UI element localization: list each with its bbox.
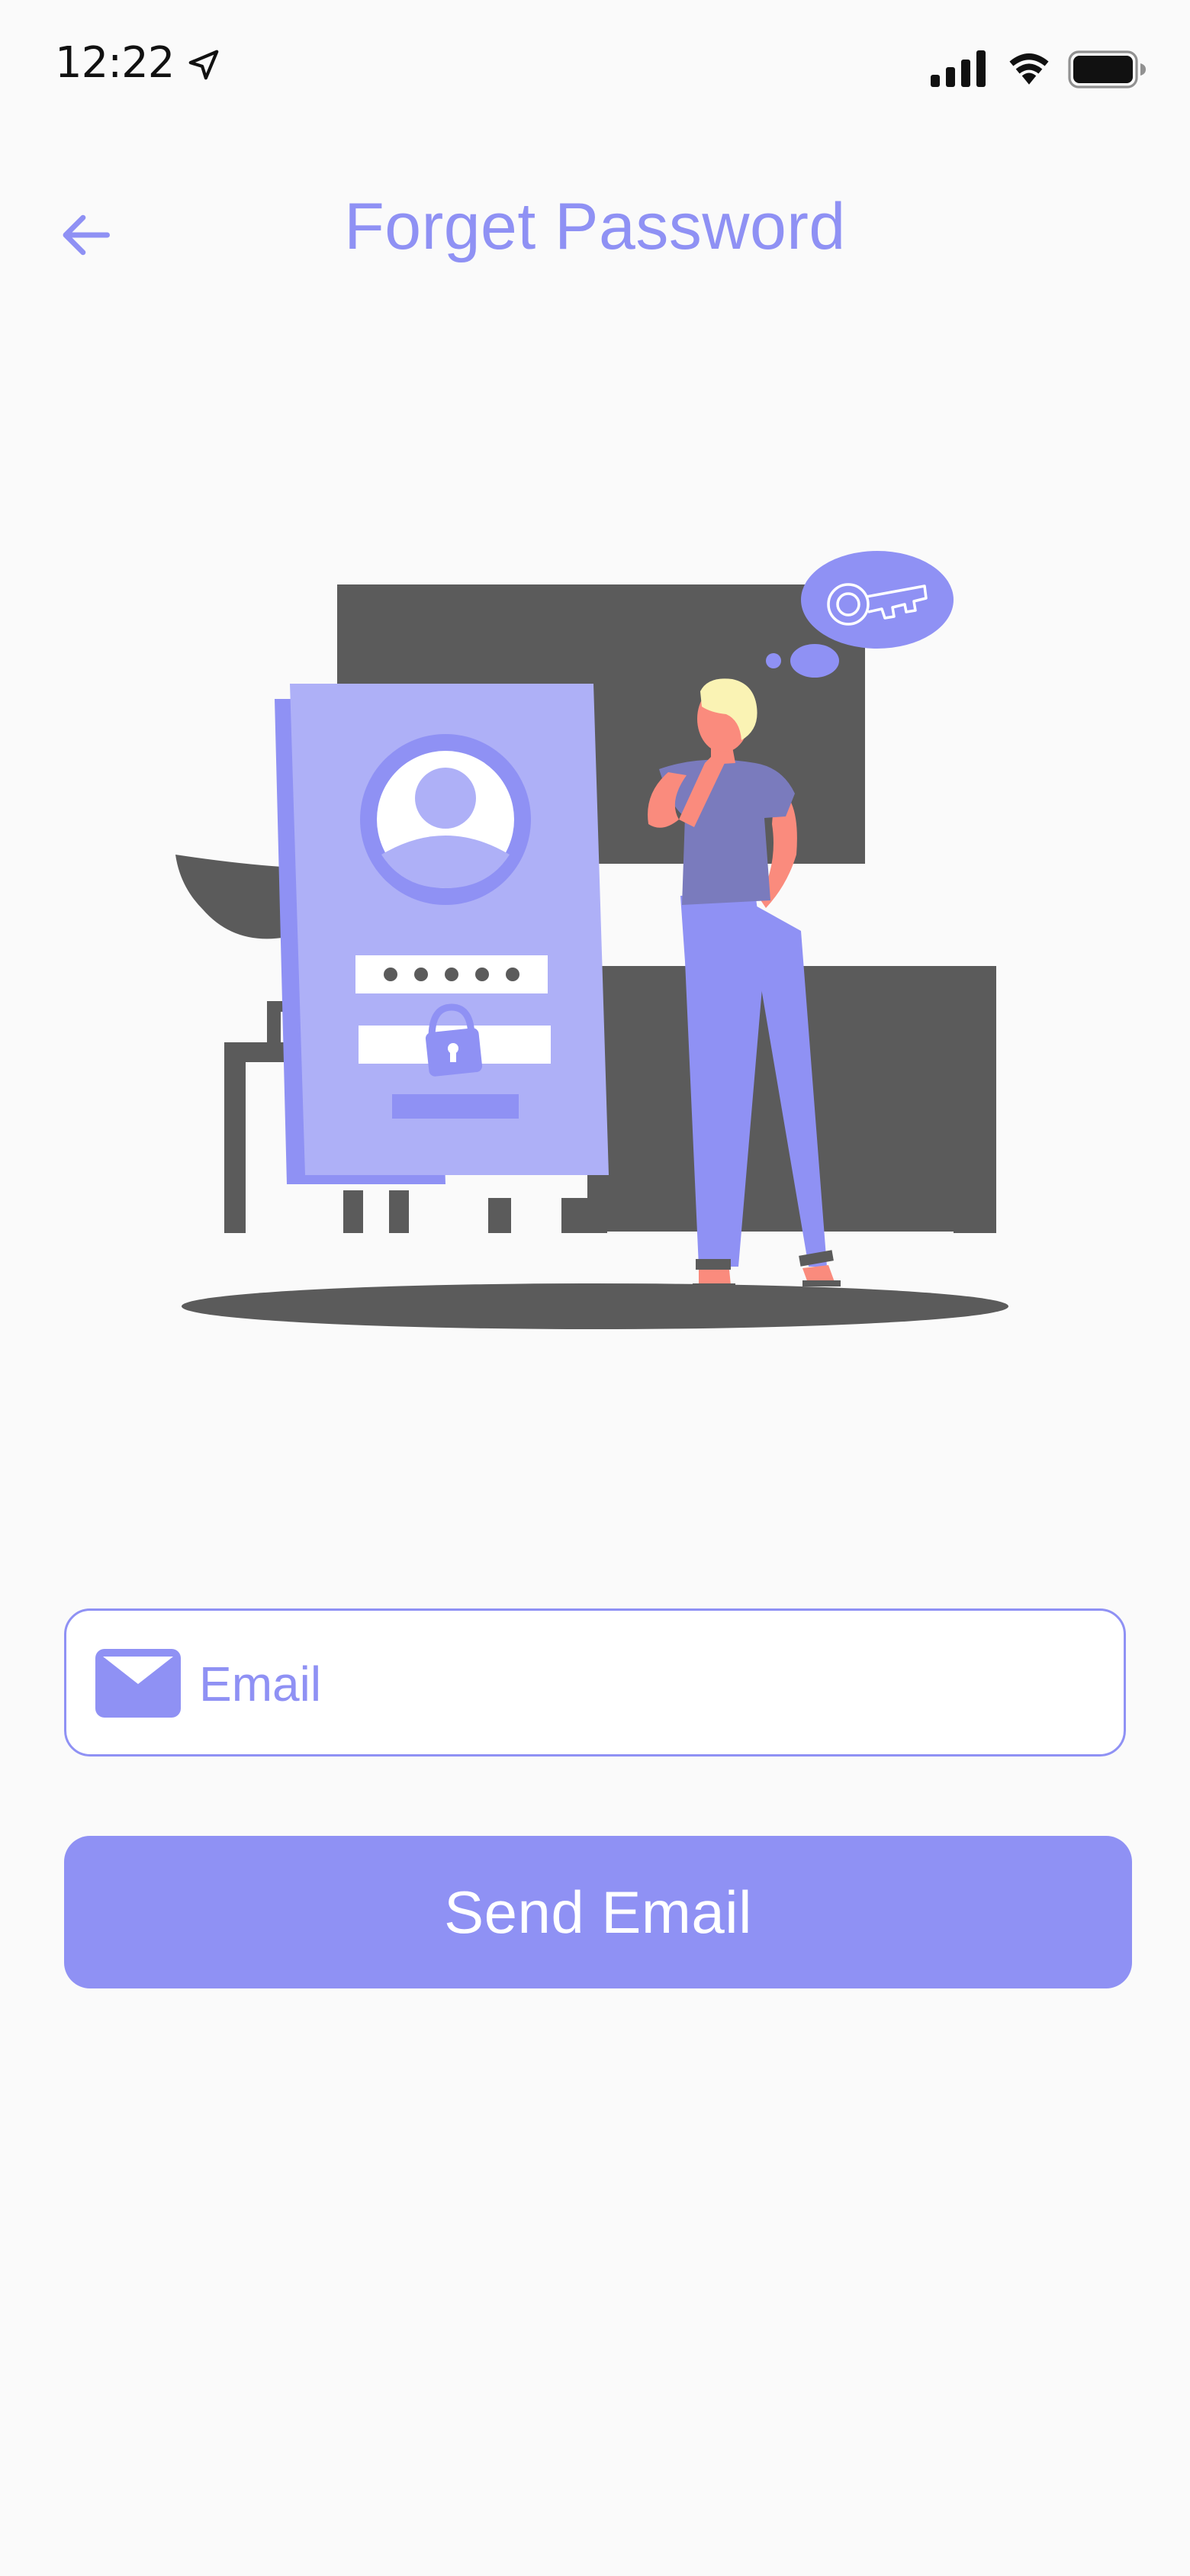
- cellular-signal-icon: [931, 50, 986, 87]
- envelope-icon: [95, 1649, 181, 1718]
- status-time: 12:22: [55, 38, 175, 88]
- ground-shadow: [182, 1283, 1008, 1329]
- user-avatar-icon: [360, 734, 531, 905]
- plant-leaf: [175, 855, 287, 939]
- phone-button: [392, 1094, 519, 1119]
- email-field[interactable]: [64, 1608, 1126, 1757]
- page-title: Forget Password: [344, 190, 846, 263]
- status-bar: 12:22: [0, 0, 1190, 137]
- header: Forget Password: [0, 168, 1190, 290]
- forgot-password-illustration: [175, 551, 1008, 1329]
- location-arrow-icon: [188, 50, 219, 80]
- email-input[interactable]: [198, 1634, 1101, 1734]
- battery-icon: [1068, 50, 1146, 89]
- wifi-icon: [1009, 53, 1049, 85]
- send-email-button[interactable]: Send Email: [64, 1836, 1132, 1988]
